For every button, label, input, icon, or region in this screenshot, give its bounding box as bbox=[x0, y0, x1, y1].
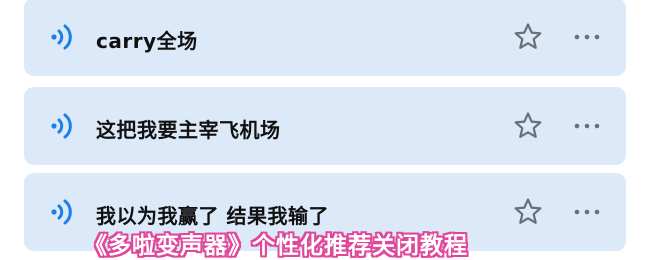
tutorial-caption: 《多啦变声器》个性化推荐关闭教程 bbox=[84, 233, 468, 259]
more-horizontal-icon[interactable] bbox=[572, 117, 602, 135]
sound-wave-icon[interactable] bbox=[50, 112, 76, 140]
list-item-title: 这把我要主宰飞机场 bbox=[96, 118, 281, 142]
sound-wave-icon[interactable] bbox=[50, 198, 76, 226]
more-horizontal-icon[interactable] bbox=[572, 28, 602, 46]
list-item[interactable]: 这把我要主宰飞机场 bbox=[24, 87, 626, 165]
list-item[interactable]: carry全场 bbox=[24, 0, 626, 76]
more-horizontal-icon[interactable] bbox=[572, 203, 602, 221]
sound-list-screen: carry全场 这把我要主宰飞机场 我以为我赢了 结果我输了 《多啦变声器》个性… bbox=[0, 0, 650, 260]
star-outline-icon[interactable] bbox=[512, 110, 544, 142]
sound-wave-icon[interactable] bbox=[50, 23, 76, 51]
star-outline-icon[interactable] bbox=[512, 21, 544, 53]
list-item-title: carry全场 bbox=[96, 29, 198, 53]
list-item-title: 我以为我赢了 结果我输了 bbox=[96, 204, 329, 228]
star-outline-icon[interactable] bbox=[512, 196, 544, 228]
